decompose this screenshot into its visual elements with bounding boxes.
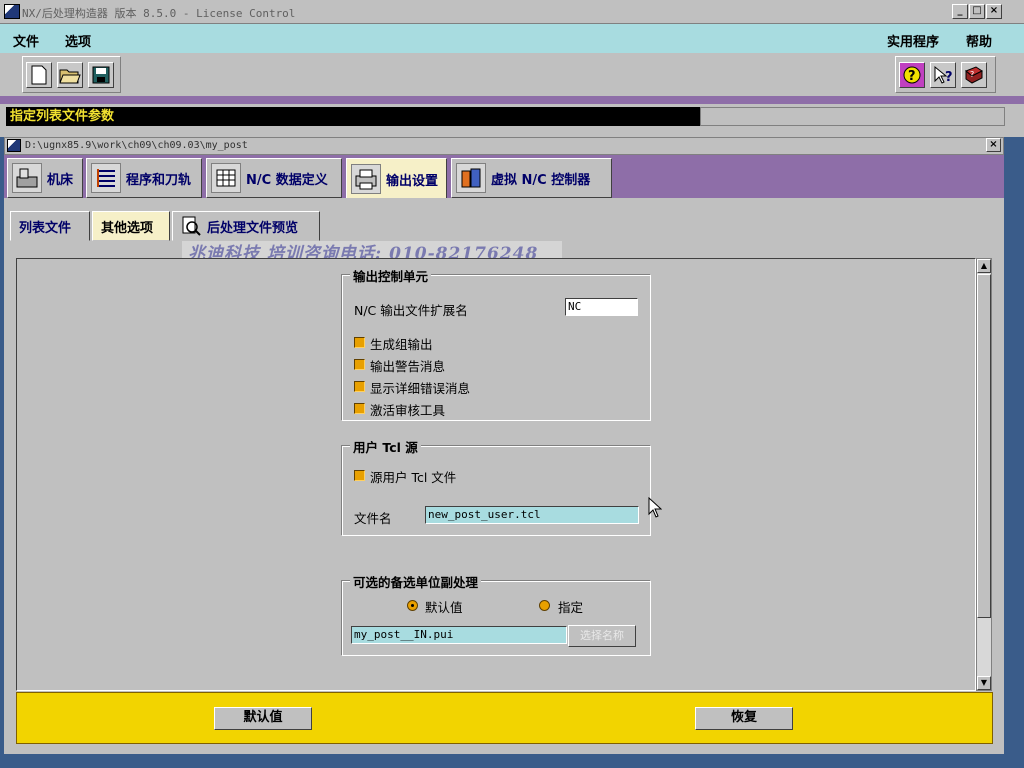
subtab-other-options[interactable]: 其他选项 — [92, 211, 170, 241]
data-table-icon — [211, 163, 241, 193]
tab-label: 输出设置 — [386, 173, 439, 189]
checkbox-label: 输出警告消息 — [370, 359, 446, 374]
tab-nc-data[interactable]: N/C 数据定义 — [206, 158, 342, 198]
subtab-label: 后处理文件预览 — [207, 220, 299, 236]
checkbox-label: 源用户 Tcl 文件 — [370, 470, 457, 485]
filename-label: 文件名 — [354, 511, 392, 526]
tab-program-toolpath[interactable]: 程序和刀轨 — [86, 158, 202, 198]
mouse-cursor-icon — [648, 497, 662, 518]
status-message: 指定列表文件参数 — [6, 107, 700, 126]
app-icon — [4, 4, 20, 19]
subwindow-path: D:\ugnx85.9\work\ch09\ch09.03\my_post — [25, 140, 248, 151]
status-box — [700, 107, 1005, 126]
help-toolbar-group: ? ? ? — [895, 56, 996, 93]
scroll-down-icon[interactable]: ▼ — [977, 676, 991, 690]
subwindow-icon — [7, 139, 21, 152]
divider-band — [0, 96, 1024, 104]
new-file-icon[interactable] — [26, 62, 52, 88]
tab-output-settings[interactable]: 输出设置 — [346, 158, 447, 200]
tab-label: 程序和刀轨 — [126, 172, 192, 188]
menu-options[interactable]: 选项 — [65, 31, 91, 50]
menu-utilities[interactable]: 实用程序 — [887, 31, 939, 50]
window-title: NX/后处理构造器 版本 8.5.0 - License Control — [22, 7, 296, 20]
tab-virtual-nc[interactable]: 虚拟 N/C 控制器 — [451, 158, 612, 198]
default-radio[interactable] — [407, 600, 418, 611]
status-row: 指定列表文件参数 — [0, 104, 1024, 130]
footer-bar: 默认值 恢复 — [16, 692, 993, 744]
default-button[interactable]: 默认值 — [214, 707, 312, 730]
menu-file[interactable]: 文件 — [13, 31, 39, 50]
scroll-up-icon[interactable]: ▲ — [977, 259, 991, 273]
program-icon — [91, 163, 121, 193]
minimize-button[interactable]: _ — [952, 4, 968, 19]
checkbox-label: 生成组输出 — [370, 337, 433, 352]
restore-button[interactable]: 恢复 — [695, 707, 793, 730]
help-question-icon[interactable]: ? — [899, 62, 925, 88]
controller-icon — [456, 163, 486, 193]
tcl-filename-input[interactable]: new_post_user.tcl — [425, 506, 639, 524]
open-folder-icon[interactable] — [57, 62, 83, 88]
warnings-checkbox[interactable] — [354, 359, 365, 370]
file-toolbar-group — [22, 56, 121, 93]
alt-unit-group: 可选的备选单位副处理 默认值 指定 my_post__IN.pui 选择名称 — [341, 572, 651, 656]
options-content: 输出控制单元 N/C 输出文件扩展名 NC 生成组输出 输出警告消息 显示详细错… — [16, 258, 976, 691]
group-title: 输出控制单元 — [350, 266, 432, 285]
printer-icon — [351, 164, 381, 194]
ext-label: N/C 输出文件扩展名 — [354, 303, 468, 318]
specify-radio[interactable] — [539, 600, 550, 611]
user-tcl-group: 用户 Tcl 源 源用户 Tcl 文件 文件名 new_post_user.tc… — [341, 437, 651, 536]
checkbox-label: 显示详细错误消息 — [370, 381, 471, 396]
select-name-button: 选择名称 — [568, 625, 636, 647]
output-control-group: 输出控制单元 N/C 输出文件扩展名 NC 生成组输出 输出警告消息 显示详细错… — [341, 266, 651, 421]
alt-unit-file-input[interactable]: my_post__IN.pui — [351, 626, 567, 644]
checkbox-label: 激活审核工具 — [370, 403, 446, 418]
detailed-errors-checkbox[interactable] — [354, 381, 365, 392]
output-settings-panel: 列表文件 其他选项 后处理文件预览 兆迪科技 培训咨询电话: 010-82176… — [4, 198, 1004, 754]
vertical-scrollbar[interactable]: ▲ ▼ — [976, 258, 992, 691]
context-help-icon[interactable]: ? — [930, 62, 956, 88]
review-tool-checkbox[interactable] — [354, 403, 365, 414]
title-bar: NX/后处理构造器 版本 8.5.0 - License Control _ □… — [0, 0, 1024, 24]
source-tcl-checkbox[interactable] — [354, 470, 365, 481]
spacer — [0, 130, 1024, 137]
magnifier-icon — [181, 216, 201, 236]
radio-label: 指定 — [558, 600, 584, 615]
subwindow-title-bar: D:\ugnx85.9\work\ch09\ch09.03\my_post × — [4, 137, 1004, 155]
menu-help[interactable]: 帮助 — [966, 31, 992, 50]
main-tab-bar: 机床 程序和刀轨 N/C 数据定义 输出设置 虚拟 N/C 控制器 — [4, 155, 1004, 200]
close-button[interactable]: × — [986, 4, 1002, 19]
menu-bar: 文件 选项 实用程序 帮助 — [0, 24, 1024, 53]
svg-text:?: ? — [970, 70, 974, 79]
svg-text:?: ? — [908, 69, 916, 84]
subtab-listing-file[interactable]: 列表文件 — [10, 211, 90, 241]
group-title: 可选的备选单位副处理 — [350, 572, 482, 591]
group-output-checkbox[interactable] — [354, 337, 365, 348]
subtab-post-preview[interactable]: 后处理文件预览 — [172, 211, 320, 241]
radio-label: 默认值 — [425, 600, 463, 615]
svg-text:?: ? — [945, 70, 953, 85]
tab-label: N/C 数据定义 — [246, 172, 328, 188]
tab-label: 虚拟 N/C 控制器 — [491, 172, 591, 188]
toolbar: ? ? ? — [0, 53, 1024, 96]
ext-input[interactable]: NC — [565, 298, 638, 316]
tab-label: 机床 — [47, 172, 74, 188]
scroll-thumb[interactable] — [977, 274, 991, 618]
tab-machine[interactable]: 机床 — [7, 158, 83, 198]
group-title: 用户 Tcl 源 — [350, 437, 421, 456]
save-icon[interactable] — [88, 62, 114, 88]
machine-tool-icon — [12, 163, 42, 193]
help-book-icon[interactable]: ? — [961, 62, 987, 88]
maximize-button[interactable]: □ — [969, 4, 985, 19]
subwindow-close-button[interactable]: × — [986, 138, 1001, 152]
